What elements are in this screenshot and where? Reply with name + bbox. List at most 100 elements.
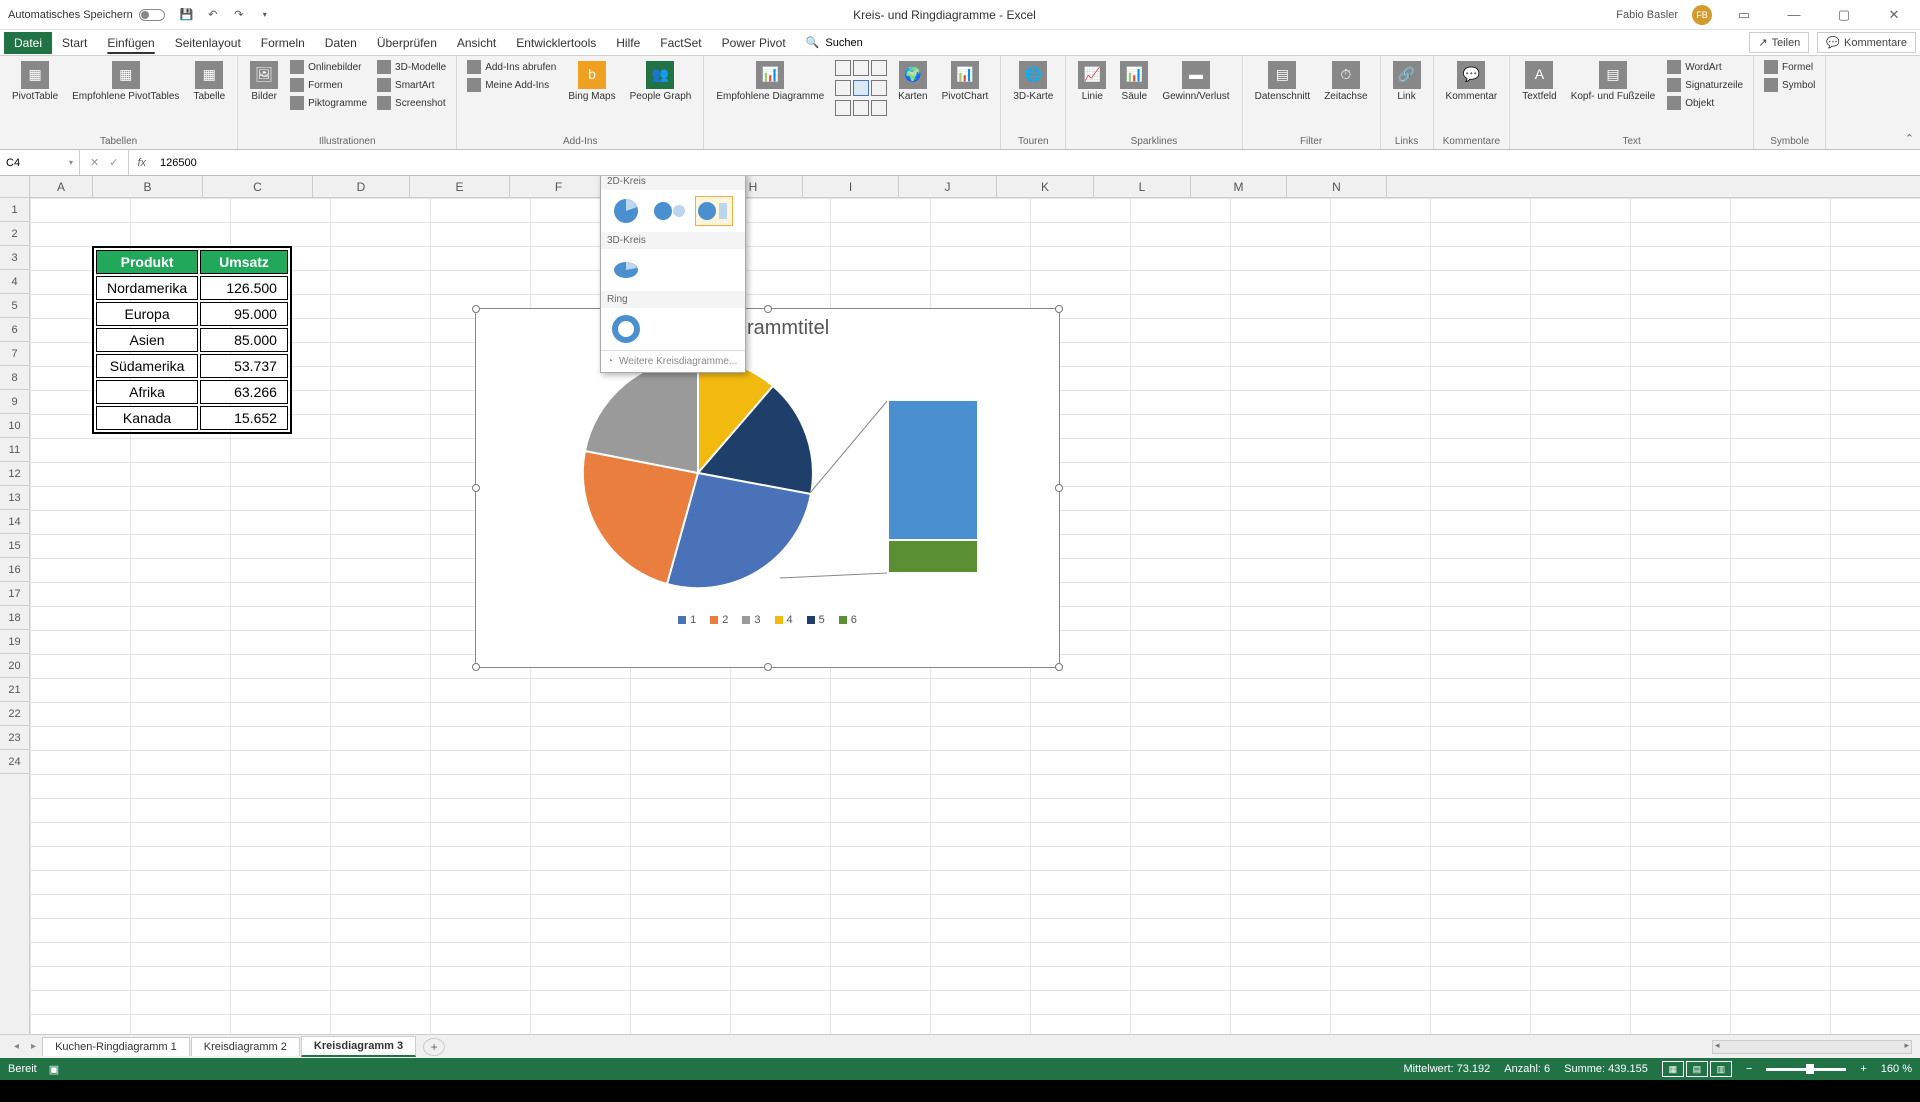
zoom-slider[interactable] xyxy=(1766,1068,1846,1071)
tab-formeln[interactable]: Formeln xyxy=(251,32,315,54)
column-header[interactable]: B xyxy=(93,176,203,197)
get-addins-button[interactable]: Add-Ins abrufen xyxy=(465,59,558,75)
chart-type-area-icon[interactable] xyxy=(871,60,887,76)
row-header[interactable]: 14 xyxy=(0,510,29,534)
chart-type-line-icon[interactable] xyxy=(853,60,869,76)
tab-einfuegen[interactable]: Einfügen xyxy=(97,32,164,54)
row-header[interactable]: 24 xyxy=(0,750,29,774)
redo-icon[interactable]: ↷ xyxy=(231,7,247,23)
close-icon[interactable]: ✕ xyxy=(1876,4,1912,26)
row-header[interactable]: 4 xyxy=(0,270,29,294)
sheet-tab-2[interactable]: Kreisdiagramm 2 xyxy=(191,1037,300,1056)
avatar[interactable]: FB xyxy=(1692,5,1712,25)
resize-handle[interactable] xyxy=(1055,484,1063,492)
row-header[interactable]: 2 xyxy=(0,222,29,246)
cells-area[interactable]: ProduktUmsatz Nordamerika126.500 Europa9… xyxy=(30,198,1920,1034)
row-header[interactable]: 22 xyxy=(0,702,29,726)
row-header[interactable]: 6 xyxy=(0,318,29,342)
tab-file[interactable]: Datei xyxy=(4,32,52,54)
tab-factset[interactable]: FactSet xyxy=(650,32,711,54)
pie-chart[interactable] xyxy=(528,348,1008,608)
resize-handle[interactable] xyxy=(764,305,772,313)
undo-icon[interactable]: ↶ xyxy=(205,7,221,23)
cancel-formula-icon[interactable]: ✕ xyxy=(90,156,99,169)
column-header[interactable]: N xyxy=(1287,176,1387,197)
row-header[interactable]: 5 xyxy=(0,294,29,318)
row-header[interactable]: 8 xyxy=(0,366,29,390)
collapse-ribbon-icon[interactable]: ⌃ xyxy=(1905,132,1914,145)
pivottable-button[interactable]: ▦PivotTable xyxy=(8,59,62,104)
my-addins-button[interactable]: Meine Add-Ins xyxy=(465,77,558,93)
horizontal-scrollbar[interactable] xyxy=(1712,1040,1912,1054)
row-header[interactable]: 23 xyxy=(0,726,29,750)
column-header[interactable]: I xyxy=(803,176,899,197)
chart-legend[interactable]: 1 2 3 4 5 6 xyxy=(476,608,1059,632)
view-normal-icon[interactable]: ▦ xyxy=(1662,1061,1684,1077)
formula-input[interactable]: 126500 xyxy=(154,157,1920,169)
chart-type-bar-icon[interactable] xyxy=(835,80,851,96)
symbol-button[interactable]: Symbol xyxy=(1762,77,1817,93)
recommended-pivot-button[interactable]: ▦Empfohlene PivotTables xyxy=(68,59,183,104)
tab-powerpivot[interactable]: Power Pivot xyxy=(712,32,796,54)
column-header[interactable]: K xyxy=(997,176,1094,197)
view-layout-icon[interactable]: ▤ xyxy=(1686,1061,1708,1077)
row-header[interactable]: 18 xyxy=(0,606,29,630)
row-header[interactable]: 12 xyxy=(0,462,29,486)
name-box[interactable]: C4 xyxy=(0,150,80,175)
chart-title[interactable]: Diagrammtitel xyxy=(476,309,1059,348)
timeline-button[interactable]: ⏱Zeitachse xyxy=(1320,59,1371,104)
zoom-in-icon[interactable]: + xyxy=(1860,1063,1866,1075)
row-header[interactable]: 19 xyxy=(0,630,29,654)
column-header[interactable]: F xyxy=(510,176,608,197)
row-header[interactable]: 15 xyxy=(0,534,29,558)
row-header[interactable]: 16 xyxy=(0,558,29,582)
header-footer-button[interactable]: ▤Kopf- und Fußzeile xyxy=(1567,59,1660,104)
resize-handle[interactable] xyxy=(1055,305,1063,313)
sheet-nav-next-icon[interactable]: ▸ xyxy=(25,1041,42,1052)
pie-3d-option[interactable] xyxy=(607,255,645,285)
maps-button[interactable]: 🌍Karten xyxy=(894,59,931,104)
column-header[interactable]: C xyxy=(203,176,313,197)
signature-button[interactable]: Signaturzeile xyxy=(1665,77,1745,93)
add-sheet-button[interactable]: + xyxy=(423,1038,445,1056)
pictures-button[interactable]: 🖼Bilder xyxy=(246,59,282,104)
column-header[interactable]: J xyxy=(899,176,997,197)
sparkline-winloss-button[interactable]: ▬Gewinn/Verlust xyxy=(1158,59,1233,104)
fx-icon[interactable]: fx xyxy=(137,157,146,169)
3d-map-button[interactable]: 🌐3D-Karte xyxy=(1009,59,1057,104)
minimize-icon[interactable]: — xyxy=(1776,4,1812,26)
chart-type-combo-icon[interactable] xyxy=(871,100,887,116)
column-header[interactable]: D xyxy=(313,176,410,197)
sparkline-col-button[interactable]: 📊Säule xyxy=(1116,59,1152,104)
row-header[interactable]: 17 xyxy=(0,582,29,606)
row-header[interactable]: 20 xyxy=(0,654,29,678)
link-button[interactable]: 🔗Link xyxy=(1389,59,1425,104)
row-header[interactable]: 11 xyxy=(0,438,29,462)
auto-save-toggle[interactable]: Automatisches Speichern xyxy=(8,9,165,21)
sheet-tab-1[interactable]: Kuchen-Ringdiagramm 1 xyxy=(42,1037,190,1056)
share-button[interactable]: ↗Teilen xyxy=(1749,32,1809,53)
view-pagebreak-icon[interactable]: ▥ xyxy=(1710,1061,1732,1077)
chart-object[interactable]: Diagrammtitel 1 2 xyxy=(475,308,1060,668)
bar-of-pie-option[interactable] xyxy=(695,196,733,226)
shapes-button[interactable]: Formen xyxy=(288,77,369,93)
row-header[interactable]: 10 xyxy=(0,414,29,438)
pie-of-pie-option[interactable] xyxy=(651,196,689,226)
chart-type-map-icon[interactable] xyxy=(853,100,869,116)
tab-daten[interactable]: Daten xyxy=(315,32,367,54)
chart-type-pie-icon[interactable] xyxy=(853,80,869,96)
pie-2d-option[interactable] xyxy=(607,196,645,226)
row-header[interactable]: 13 xyxy=(0,486,29,510)
chart-type-stat-icon[interactable] xyxy=(871,80,887,96)
column-header[interactable]: M xyxy=(1191,176,1287,197)
slicer-button[interactable]: ▤Datenschnitt xyxy=(1251,59,1315,104)
recommended-charts-button[interactable]: 📊Empfohlene Diagramme xyxy=(712,59,828,104)
doughnut-option[interactable] xyxy=(607,314,645,344)
column-header[interactable]: E xyxy=(410,176,510,197)
icons-button[interactable]: Piktogramme xyxy=(288,95,369,111)
bing-maps-button[interactable]: bBing Maps xyxy=(564,59,619,104)
select-all-corner[interactable] xyxy=(0,176,30,197)
chart-type-scatter-icon[interactable] xyxy=(835,100,851,116)
tab-hilfe[interactable]: Hilfe xyxy=(606,32,650,54)
tab-start[interactable]: Start xyxy=(52,32,97,54)
